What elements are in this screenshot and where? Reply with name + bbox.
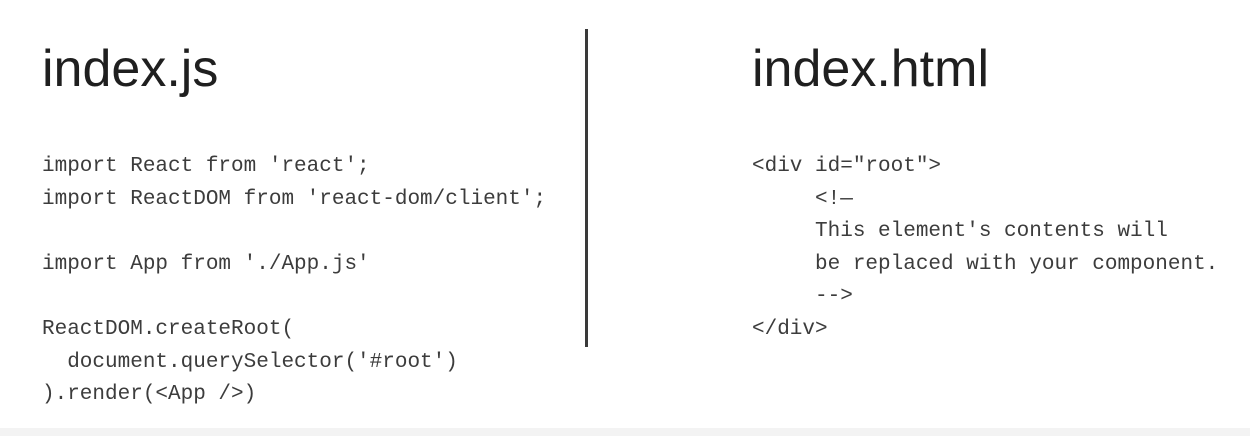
bottom-strip bbox=[0, 428, 1250, 436]
code-line: ReactDOM.createRoot( bbox=[42, 317, 295, 341]
index-html-code-block: <div id="root"> <!— This element's conte… bbox=[752, 151, 1218, 347]
index-js-title: index.js bbox=[42, 40, 219, 98]
code-line: ).render(<App />) bbox=[42, 383, 257, 407]
index-html-title: index.html bbox=[752, 40, 989, 98]
code-line: --> bbox=[752, 285, 853, 309]
code-line: This element's contents will bbox=[752, 220, 1168, 244]
code-line: import App from './App.js' bbox=[42, 252, 370, 276]
code-line: import ReactDOM from 'react-dom/client'; bbox=[42, 187, 547, 211]
index-js-code-block: import React from 'react'; import ReactDO… bbox=[42, 151, 546, 412]
code-line: import React from 'react'; bbox=[42, 155, 370, 178]
code-line: <div id="root"> bbox=[752, 155, 942, 178]
code-line: <!— bbox=[752, 187, 853, 211]
code-line: </div> bbox=[752, 317, 828, 341]
code-line: document.querySelector('#root') bbox=[42, 350, 458, 374]
vertical-divider bbox=[585, 29, 588, 347]
code-line: be replaced with your component. bbox=[752, 252, 1219, 276]
